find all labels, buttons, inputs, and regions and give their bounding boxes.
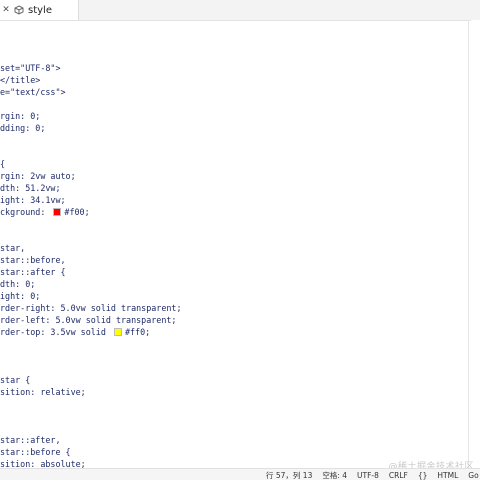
code-line[interactable] bbox=[0, 398, 468, 410]
code-line[interactable]: e="text/css"> bbox=[0, 86, 468, 98]
code-line[interactable]: rder-left: 5.0vw solid transparent; bbox=[0, 314, 468, 326]
language-mode[interactable]: HTML bbox=[437, 471, 458, 480]
code-line[interactable]: </title> bbox=[0, 74, 468, 86]
code-line[interactable]: star::after, bbox=[0, 434, 468, 446]
code-line[interactable] bbox=[0, 218, 468, 230]
code-line[interactable]: { bbox=[0, 158, 468, 170]
tab-label: style bbox=[28, 4, 52, 16]
code-line[interactable] bbox=[0, 350, 468, 362]
status-bar: 行 57，列 13 空格: 4 UTF-8 CRLF {} HTML Go Li… bbox=[0, 468, 480, 480]
bracket-icon[interactable]: {} bbox=[418, 471, 428, 480]
minimap-divider bbox=[468, 20, 469, 468]
code-line[interactable] bbox=[0, 422, 468, 434]
tab-bar: ✕ style bbox=[0, 0, 480, 21]
code-line[interactable] bbox=[0, 410, 468, 422]
code-text: #ff0; bbox=[124, 327, 151, 337]
code-line[interactable]: rgin: 0; bbox=[0, 110, 468, 122]
code-line[interactable]: rder-right: 5.0vw solid transparent; bbox=[0, 302, 468, 314]
go-live-button[interactable]: Go Live bbox=[468, 471, 480, 480]
code-line[interactable]: rgin: 2vw auto; bbox=[0, 170, 468, 182]
code-line[interactable]: ckground: #f00; bbox=[0, 206, 468, 218]
code-line[interactable] bbox=[0, 338, 468, 350]
code-line[interactable]: sition: relative; bbox=[0, 386, 468, 398]
code-line[interactable]: star { bbox=[0, 374, 468, 386]
code-line[interactable]: rder-top: 3.5vw solid #ff0; bbox=[0, 326, 468, 338]
code-line[interactable]: dth: 51.2vw; bbox=[0, 182, 468, 194]
code-line[interactable]: ight: 0; bbox=[0, 290, 468, 302]
code-line[interactable] bbox=[0, 230, 468, 242]
editor-window: ✕ style set="UTF-8"> </title> e="text/css"… bbox=[0, 0, 480, 480]
code-line[interactable]: star::before { bbox=[0, 446, 468, 458]
code-line[interactable]: dth: 0; bbox=[0, 278, 468, 290]
code-line[interactable]: star::before, bbox=[0, 254, 468, 266]
vertical-scrollbar[interactable] bbox=[471, 20, 480, 468]
code-line[interactable] bbox=[0, 98, 468, 110]
code-line[interactable] bbox=[0, 362, 468, 374]
code-line[interactable] bbox=[0, 146, 468, 158]
code-text: rder-top: 3.5vw solid bbox=[0, 327, 111, 337]
close-icon[interactable]: ✕ bbox=[0, 5, 12, 15]
encoding-status[interactable]: UTF-8 bbox=[357, 471, 379, 480]
indentation-status[interactable]: 空格: 4 bbox=[322, 470, 347, 480]
eol-status[interactable]: CRLF bbox=[389, 471, 408, 480]
code-line[interactable]: set="UTF-8"> bbox=[0, 62, 468, 74]
code-line[interactable]: star::after { bbox=[0, 266, 468, 278]
code-text: ckground: bbox=[0, 207, 51, 217]
cursor-position[interactable]: 行 57，列 13 bbox=[266, 470, 312, 480]
file-code-icon bbox=[14, 5, 24, 15]
code-line[interactable]: dding: 0; bbox=[0, 122, 468, 134]
code-line[interactable]: star, bbox=[0, 242, 468, 254]
code-text: #f00; bbox=[64, 207, 90, 217]
color-swatch-yellow[interactable] bbox=[113, 328, 122, 336]
color-swatch-red[interactable] bbox=[53, 208, 62, 216]
code-line[interactable]: ight: 34.1vw; bbox=[0, 194, 468, 206]
code-line[interactable] bbox=[0, 134, 468, 146]
tab-style[interactable]: ✕ style bbox=[0, 0, 79, 20]
code-editor[interactable]: set="UTF-8"> </title> e="text/css"> rgin: 0… bbox=[0, 22, 468, 468]
